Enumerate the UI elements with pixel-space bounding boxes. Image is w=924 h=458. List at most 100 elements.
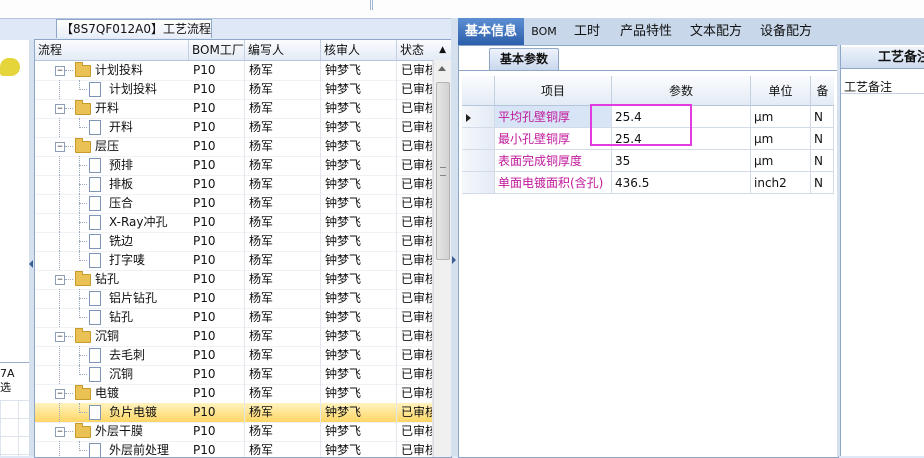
cell-remark[interactable]: N	[811, 128, 834, 150]
tree-row[interactable]: 铝片钻孔 P10杨军钟梦飞已审核	[35, 289, 433, 309]
collapse-toggle-icon[interactable]: −	[55, 389, 65, 399]
tree-node-label: 预排	[109, 158, 134, 172]
scroll-up-icon[interactable]	[438, 66, 446, 71]
cell-remark[interactable]: N	[811, 172, 834, 194]
scrollbar-grip-icon	[440, 167, 446, 176]
tree-row[interactable]: 开料 P10杨军钟梦飞已审核	[35, 118, 433, 138]
cell-remark[interactable]: N	[811, 150, 834, 172]
cell-reviewer: 钟梦飞	[321, 327, 397, 346]
grid-corner	[462, 76, 495, 106]
tab-product-features[interactable]: 产品特性	[610, 18, 682, 45]
collapse-right-arrow-icon[interactable]	[452, 256, 456, 264]
tab-bom[interactable]: BOM	[524, 18, 564, 45]
collapse-toggle-icon[interactable]: −	[55, 427, 65, 437]
col-header-item[interactable]: 项目	[495, 76, 612, 106]
col-header-bom-plant[interactable]: BOM工厂	[189, 40, 245, 60]
subtab-basic-params[interactable]: 基本参数	[489, 48, 559, 70]
tree-row[interactable]: − 计划投料 P10杨军钟梦飞已审核	[35, 61, 433, 81]
tree-row[interactable]: 负片电镀 P10杨军钟梦飞已审核	[35, 403, 433, 423]
col-header-remark[interactable]: 备	[811, 76, 834, 106]
tab-work-hours[interactable]: 工时	[564, 18, 610, 45]
tree-connector	[79, 184, 87, 185]
cell-writer: 杨军	[245, 346, 321, 365]
tree-row[interactable]: − 开料 P10杨军钟梦飞已审核	[35, 99, 433, 119]
collapse-toggle-icon[interactable]: −	[55, 104, 65, 114]
document-icon	[89, 348, 101, 363]
row-indicator[interactable]	[462, 128, 495, 150]
tab-basic-info[interactable]: 基本信息	[458, 18, 524, 45]
tree-row[interactable]: 铣边 P10杨军钟梦飞已审核	[35, 232, 433, 252]
detail-tab-bar: 基本信息 BOM 工时 产品特性 文本配方 设备配方	[458, 18, 924, 45]
row-indicator[interactable]	[462, 106, 495, 128]
cell-remark[interactable]: N	[811, 106, 834, 128]
cell-item: 单面电镀面积(含孔)	[495, 172, 612, 194]
tree-panel-title: 【8S7QF012A0】工艺流程	[56, 19, 212, 38]
tree-node-label: 沉铜	[109, 367, 134, 381]
cell-status: 已审核	[397, 441, 433, 457]
row-indicator[interactable]	[462, 172, 495, 194]
cell-reviewer: 钟梦飞	[321, 251, 397, 270]
cell-unit[interactable]: μm	[751, 106, 811, 128]
tree-connector	[79, 203, 87, 204]
col-header-process[interactable]: 流程	[35, 40, 189, 60]
cell-bom-plant: P10	[189, 365, 245, 384]
tree-row[interactable]: 外层前处理 P10杨军钟梦飞已审核	[35, 441, 433, 457]
collapse-toggle-icon[interactable]: −	[55, 66, 65, 76]
center-splitter[interactable]	[451, 18, 458, 456]
collapse-left-arrow-icon[interactable]	[29, 260, 33, 268]
scrollbar-thumb[interactable]	[436, 82, 450, 260]
tree-row[interactable]: X-Ray冲孔 P10杨军钟梦飞已审核	[35, 213, 433, 233]
tree-row[interactable]: − 层压 P10杨军钟梦飞已审核	[35, 137, 433, 157]
tree-row[interactable]: − 钻孔 P10杨军钟梦飞已审核	[35, 270, 433, 290]
tree-vertical-scrollbar[interactable]	[433, 60, 451, 457]
tree-node-label: 钻孔	[95, 272, 120, 286]
cell-unit[interactable]: μm	[751, 150, 811, 172]
tree-row[interactable]: − 外层干膜 P10杨军钟梦飞已审核	[35, 422, 433, 442]
cell-status: 已审核	[397, 80, 433, 99]
cell-status: 已审核	[397, 213, 433, 232]
col-header-status[interactable]: 状态 ▲	[397, 40, 451, 60]
cell-reviewer: 钟梦飞	[321, 213, 397, 232]
cell-unit[interactable]: μm	[751, 128, 811, 150]
cell-writer: 杨军	[245, 289, 321, 308]
tree-row[interactable]: 计划投料 P10杨军钟梦飞已审核	[35, 80, 433, 100]
tree-row[interactable]: − 沉铜 P10杨军钟梦飞已审核	[35, 327, 433, 347]
tab-text-recipe[interactable]: 文本配方	[682, 18, 750, 45]
collapse-toggle-icon[interactable]: −	[55, 332, 65, 342]
process-tree-panel: 流程 BOM工厂 编写人 核审人 状态 ▲ −计划投料P10杨军钟梦飞已审核计划…	[34, 39, 452, 458]
cell-bom-plant: P10	[189, 232, 245, 251]
tree-row[interactable]: 预排 P10杨军钟梦飞已审核	[35, 156, 433, 176]
tab-equipment-recipe[interactable]: 设备配方	[750, 18, 822, 45]
document-icon	[89, 234, 101, 249]
row-indicator[interactable]	[462, 150, 495, 172]
cell-status: 已审核	[397, 346, 433, 365]
tree-row[interactable]: 钻孔 P10杨军钟梦飞已审核	[35, 308, 433, 328]
tree-row[interactable]: 去毛刺 P10杨军钟梦飞已审核	[35, 346, 433, 366]
cell-param-value[interactable]: 436.5	[612, 172, 751, 194]
tree-connector	[79, 355, 87, 356]
tree-row[interactable]: 排板 P10杨军钟梦飞已审核	[35, 175, 433, 195]
col-header-param[interactable]: 参数	[612, 76, 751, 106]
cell-param-value[interactable]: 35	[612, 150, 751, 172]
tree-row[interactable]: − 电镀 P10杨军钟梦飞已审核	[35, 384, 433, 404]
tree-row[interactable]: 压合 P10杨军钟梦飞已审核	[35, 194, 433, 214]
tree-connector	[79, 89, 87, 90]
tree-row[interactable]: 打字唛 P10杨军钟梦飞已审核	[35, 251, 433, 271]
cell-writer: 杨军	[245, 156, 321, 175]
collapse-toggle-icon[interactable]: −	[55, 275, 65, 285]
document-icon	[89, 367, 101, 382]
tree-row[interactable]: 沉铜 P10杨军钟梦飞已审核	[35, 365, 433, 385]
document-icon	[89, 158, 101, 173]
cell-bom-plant: P10	[189, 346, 245, 365]
col-header-unit[interactable]: 单位	[751, 76, 811, 106]
cell-bom-plant: P10	[189, 175, 245, 194]
col-header-reviewer[interactable]: 核审人	[321, 40, 397, 60]
col-header-writer[interactable]: 编写人	[245, 40, 321, 60]
chat-bubble-icon[interactable]	[0, 58, 20, 76]
cell-bom-plant: P10	[189, 156, 245, 175]
cell-bom-plant: P10	[189, 384, 245, 403]
collapse-toggle-icon[interactable]: −	[55, 142, 65, 152]
cell-writer: 杨军	[245, 80, 321, 99]
cell-unit[interactable]: inch2	[751, 172, 811, 194]
cell-reviewer: 钟梦飞	[321, 289, 397, 308]
